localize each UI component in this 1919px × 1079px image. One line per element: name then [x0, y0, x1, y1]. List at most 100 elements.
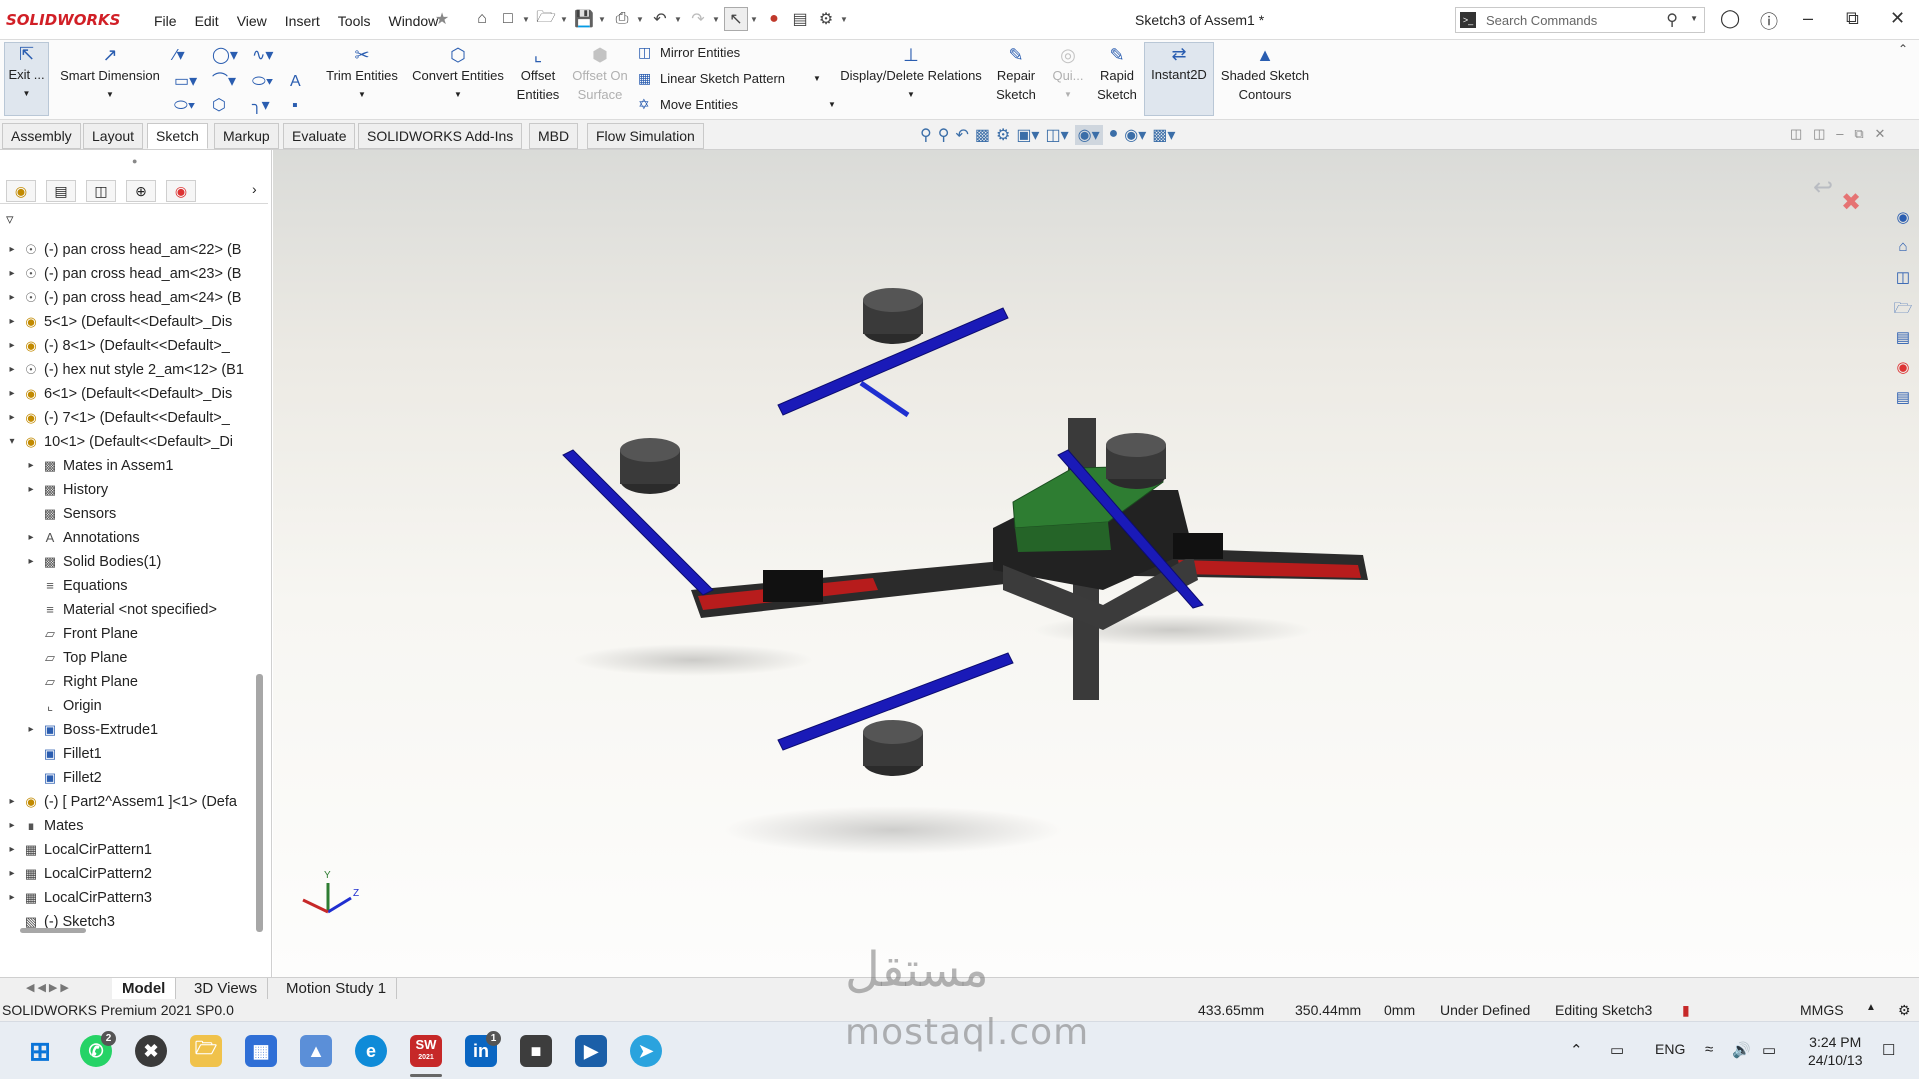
chevron-right-icon[interactable]: ▸: [6, 838, 18, 862]
tree-item[interactable]: ▾ ◉ 10<1> (Default<<Default>_Di: [0, 430, 258, 454]
tree-item[interactable]: ▸ ▦ LocalCirPattern3: [0, 886, 258, 910]
tab-model[interactable]: Model: [112, 978, 177, 1000]
point-tool-icon[interactable]: ▪: [292, 94, 298, 118]
edit-appearance-icon[interactable]: ●: [1109, 125, 1119, 145]
tab-motion-study-1[interactable]: Motion Study 1: [276, 978, 398, 1000]
mirror-entities-button[interactable]: ◫ Mirror Entities: [638, 44, 740, 61]
chevron-right-icon[interactable]: ▸: [6, 382, 18, 406]
battery-icon[interactable]: ▭: [1762, 1041, 1776, 1059]
chevron-down-icon[interactable]: ▼: [828, 100, 836, 109]
appearances-icon[interactable]: ◉: [1892, 358, 1914, 382]
chevron-right-icon[interactable]: ▸: [6, 262, 18, 286]
save-icon[interactable]: 💾: [572, 7, 596, 31]
chevron-right-icon[interactable]: ▸: [6, 286, 18, 310]
redo-icon[interactable]: ↷: [686, 7, 710, 31]
chevron-right-icon[interactable]: ▸: [25, 478, 37, 502]
chevron-down-icon[interactable]: ▼: [1048, 85, 1088, 104]
user-account-icon[interactable]: ◯: [1720, 8, 1740, 29]
open-folder-icon[interactable]: 🗁: [534, 7, 558, 31]
edge-browser-icon[interactable]: e: [355, 1035, 387, 1067]
tab-mbd[interactable]: MBD: [529, 123, 579, 149]
taskview-icon[interactable]: ▭: [1610, 1041, 1624, 1059]
tree-item[interactable]: ▸ ▦ LocalCirPattern2: [0, 862, 258, 886]
solidworks-logo[interactable]: SOLIDWORKS: [6, 11, 120, 29]
design-library-icon[interactable]: ◫: [1892, 268, 1914, 292]
tab-evaluate[interactable]: Evaluate: [283, 123, 356, 149]
zoom-to-fit-icon[interactable]: ⚲: [920, 125, 932, 145]
linkedin-icon[interactable]: in 1: [465, 1031, 501, 1067]
graphics-area[interactable]: Y Z ↩ ✖: [273, 150, 1919, 977]
chevron-down-icon[interactable]: ▼: [836, 85, 986, 104]
linear-sketch-pattern-button[interactable]: ▦ Linear Sketch Pattern ▼: [638, 70, 821, 87]
collapse-ribbon-icon[interactable]: ⌃: [1898, 42, 1908, 56]
tab-layout[interactable]: Layout: [83, 123, 144, 149]
apply-scene-icon[interactable]: ◉▾: [1124, 125, 1146, 145]
tree-item[interactable]: ≡ Material <not specified>: [0, 598, 258, 622]
tree-item[interactable]: ▸ ◉ (-) 8<1> (Default<<Default>_: [0, 334, 258, 358]
view-settings-icon[interactable]: ▩▾: [1152, 125, 1175, 145]
chevron-up-icon[interactable]: ⌃: [1570, 1041, 1583, 1059]
tab-sketch[interactable]: Sketch: [147, 123, 208, 149]
configuration-manager-tab-icon[interactable]: ◫: [86, 180, 116, 202]
convert-entities-button[interactable]: ⬡ Convert Entities ▼: [406, 44, 510, 104]
tree-item[interactable]: ▸ ☉ (-) pan cross head_am<24> (B: [0, 286, 258, 310]
chevron-down-icon[interactable]: ▼: [322, 85, 402, 104]
chevron-right-icon[interactable]: ▸: [25, 718, 37, 742]
chevron-down-icon[interactable]: ▼: [522, 15, 532, 24]
tree-item[interactable]: ▱ Right Plane: [0, 670, 258, 694]
tree-item[interactable]: ▸ ◉ 6<1> (Default<<Default>_Dis: [0, 382, 258, 406]
smart-dimension-button[interactable]: ↗ Smart Dimension ▼: [56, 44, 164, 104]
tree-item[interactable]: ▸ ☉ (-) pan cross head_am<22> (B: [0, 238, 258, 262]
slot-tool-icon[interactable]: ⬭▾: [174, 94, 195, 118]
view-orientation-icon[interactable]: ▣▾: [1016, 125, 1039, 145]
close-icon[interactable]: ✕: [1875, 126, 1886, 141]
vertical-scrollbar[interactable]: [256, 674, 263, 932]
hide-show-items-icon[interactable]: ◉▾: [1074, 125, 1103, 145]
filter-icon[interactable]: ▿: [6, 210, 14, 228]
tab-assembly[interactable]: Assembly: [2, 123, 81, 149]
line-tool-icon[interactable]: ∕▾: [174, 44, 185, 68]
file-explorer-icon[interactable]: 🗁: [1892, 298, 1914, 322]
search-icon[interactable]: ⚲: [1666, 10, 1678, 30]
circle-tool-icon[interactable]: ◯▾: [212, 44, 238, 68]
tile-window-icon[interactable]: ◫: [1813, 126, 1825, 141]
exit-sketch-button[interactable]: ⇱ Exit ... ▼: [4, 42, 49, 116]
microsoft-store-icon[interactable]: ▦: [245, 1035, 277, 1067]
tree-item[interactable]: ▸ ▩ Mates in Assem1: [0, 454, 258, 478]
tab-3d-views[interactable]: 3D Views: [184, 978, 269, 1000]
search-input[interactable]: Search Commands: [1486, 13, 1597, 28]
tree-item[interactable]: ▸ ◉ 5<1> (Default<<Default>_Dis: [0, 310, 258, 334]
chevron-right-icon[interactable]: ▸: [6, 334, 18, 358]
tree-item[interactable]: ▸ A Annotations: [0, 526, 258, 550]
display-delete-relations-button[interactable]: ⊥ Display/Delete Relations ▼: [836, 44, 986, 104]
tree-item[interactable]: ▸ ▦ LocalCirPattern1: [0, 838, 258, 862]
chevron-down-icon[interactable]: ▼: [674, 15, 684, 24]
chevron-right-icon[interactable]: ▸: [6, 406, 18, 430]
chevron-right-icon[interactable]: ▸: [6, 310, 18, 334]
display-style-icon[interactable]: ◫▾: [1045, 125, 1068, 145]
tree-item[interactable]: ▩ Sensors: [0, 502, 258, 526]
options-gear-icon[interactable]: ⚙: [814, 7, 838, 31]
tree-item[interactable]: ▱ Top Plane: [0, 646, 258, 670]
tab-markup[interactable]: Markup: [214, 123, 279, 149]
chevron-down-icon[interactable]: ▼: [560, 15, 570, 24]
ellipse-tool-icon[interactable]: ⬭▾: [252, 70, 273, 94]
tree-item[interactable]: ▸ ▩ History: [0, 478, 258, 502]
whatsapp-icon[interactable]: ✆ 2: [80, 1031, 116, 1067]
tree-item[interactable]: ▣ Fillet1: [0, 742, 258, 766]
tree-item[interactable]: ▸ ▣ Boss-Extrude1: [0, 718, 258, 742]
tab-flow-simulation[interactable]: Flow Simulation: [587, 123, 704, 149]
new-document-icon[interactable]: □: [496, 7, 520, 31]
home-icon[interactable]: ⌂: [470, 7, 494, 31]
solidworks-taskbar-icon[interactable]: SW 2021: [410, 1035, 442, 1067]
chevron-down-icon[interactable]: ▼: [406, 85, 510, 104]
chevron-down-icon[interactable]: ▼: [750, 15, 760, 24]
menu-view[interactable]: View: [228, 13, 276, 29]
tree-item[interactable]: ≡ Equations: [0, 574, 258, 598]
chevron-right-icon[interactable]: ▸: [25, 550, 37, 574]
app-icon[interactable]: ■: [520, 1035, 552, 1067]
tree-item[interactable]: ▸ ◉ (-) 7<1> (Default<<Default>_: [0, 406, 258, 430]
panel-grip-icon[interactable]: ●: [132, 156, 137, 166]
feature-manager-tab-icon[interactable]: ◉: [6, 180, 36, 202]
undo-icon[interactable]: ↶: [648, 7, 672, 31]
